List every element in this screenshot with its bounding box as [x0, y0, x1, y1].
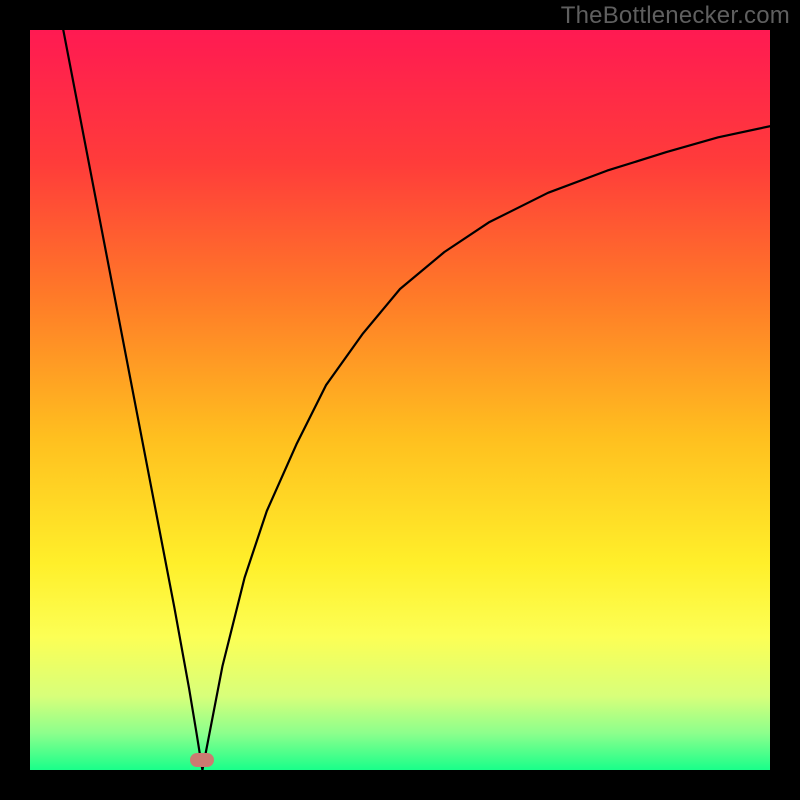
- chart-frame: TheBottlenecker.com: [0, 0, 800, 800]
- watermark-text: TheBottlenecker.com: [561, 2, 790, 30]
- chart-svg: [30, 30, 770, 770]
- plot-area: [30, 30, 770, 770]
- minimum-marker: [190, 753, 214, 767]
- gradient-background: [30, 30, 770, 770]
